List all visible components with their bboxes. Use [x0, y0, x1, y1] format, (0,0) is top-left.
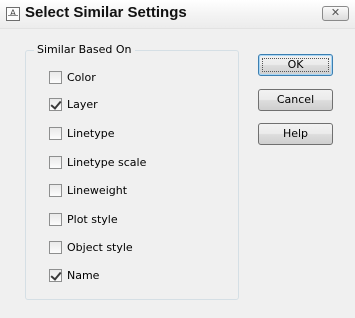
- checkbox-label: Linetype scale: [67, 155, 147, 169]
- checkbox-plot-style[interactable]: Plot style: [49, 211, 118, 227]
- checkbox-lineweight[interactable]: Lineweight: [49, 182, 127, 198]
- checkbox-linetype-scale[interactable]: Linetype scale: [49, 154, 146, 170]
- checkbox-label: Color: [67, 70, 96, 84]
- cancel-label: Cancel: [276, 93, 315, 106]
- checkbox-box[interactable]: [49, 155, 62, 169]
- checkbox-color[interactable]: Color: [49, 69, 96, 85]
- checkbox-label: Name: [67, 268, 100, 282]
- checkbox-box[interactable]: [49, 70, 62, 84]
- checkbox-label: Object style: [67, 240, 133, 254]
- cancel-button[interactable]: Cancel: [258, 89, 333, 111]
- help-label: Help: [282, 127, 309, 140]
- close-button[interactable]: ✕: [322, 6, 349, 21]
- checkbox-object-style[interactable]: Object style: [49, 239, 133, 255]
- checkbox-label: Plot style: [67, 212, 118, 226]
- checkbox-box[interactable]: [49, 126, 62, 140]
- app-icon: A: [6, 7, 20, 21]
- title-bar: A Select Similar Settings ✕: [0, 0, 355, 29]
- checkbox-box[interactable]: [49, 212, 62, 226]
- ok-label: OK: [287, 58, 304, 71]
- checkbox-label: Linetype: [67, 126, 115, 140]
- checkbox-label: Layer: [67, 97, 98, 111]
- similar-based-on-group: [25, 50, 239, 300]
- help-button[interactable]: Help: [258, 123, 333, 145]
- checkbox-box[interactable]: [49, 97, 62, 111]
- window-title: Select Similar Settings: [25, 4, 187, 21]
- checkbox-layer[interactable]: Layer: [49, 96, 98, 112]
- group-label: Similar Based On: [34, 43, 135, 56]
- checkbox-label: Lineweight: [67, 183, 128, 197]
- ok-button[interactable]: OK: [258, 54, 333, 76]
- checkbox-box[interactable]: [49, 183, 62, 197]
- checkbox-name[interactable]: Name: [49, 267, 99, 283]
- checkbox-box[interactable]: [49, 268, 62, 282]
- checkbox-linetype[interactable]: Linetype: [49, 125, 115, 141]
- checkbox-box[interactable]: [49, 240, 62, 254]
